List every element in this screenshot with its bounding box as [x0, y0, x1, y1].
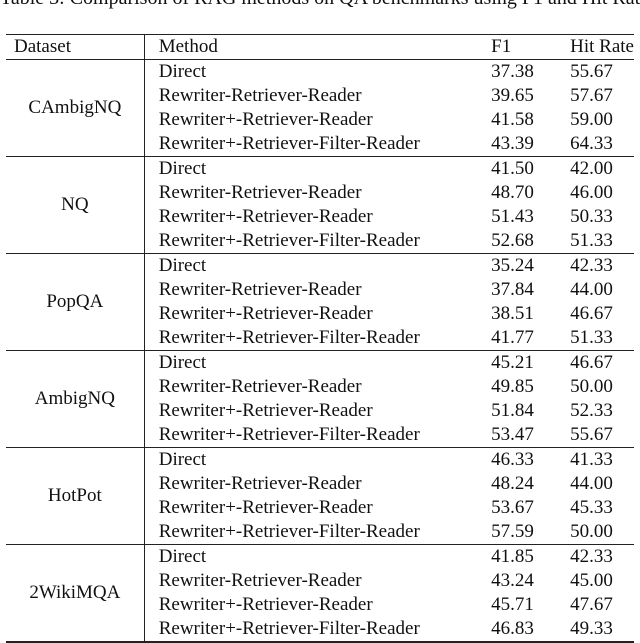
method-cell: Rewriter+-Retriever-Filter-Reader — [158, 618, 420, 639]
hit-rate-cell: 55.67 — [570, 424, 613, 445]
table-row: AmbigNQ Direct 45.21 46.67 — [6, 350, 634, 448]
table-caption: Table 3: Comparison of RAG methods on QA… — [0, 0, 640, 10]
table-row: PopQA Direct 35.24 42.33 — [6, 253, 634, 351]
hit-rate-cell: 44.00 — [570, 279, 613, 300]
header-hit-rate: Hit Rate — [570, 36, 634, 57]
f1-cell: 53.67 — [491, 497, 534, 518]
hit-rate-cell: 41.33 — [570, 449, 613, 470]
hit-rate-cell: 42.33 — [570, 546, 613, 567]
method-cell: Rewriter-Retriever-Reader — [158, 85, 362, 106]
dataset-name: NQ — [6, 156, 145, 254]
hit-rate-cell: 45.00 — [570, 570, 613, 591]
method-cell: Rewriter-Retriever-Reader — [158, 182, 362, 203]
hit-rate-cell: 44.00 — [570, 473, 613, 494]
f1-cell: 35.24 — [491, 255, 534, 276]
hit-rate-cell: 64.33 — [570, 133, 613, 154]
f1-cell: 43.24 — [491, 570, 534, 591]
hit-rate-cell: 59.00 — [570, 109, 613, 130]
dataset-name: AmbigNQ — [6, 350, 145, 448]
method-cell: Rewriter+-Retriever-Reader — [158, 594, 373, 615]
f1-cell: 53.47 — [491, 424, 534, 445]
hit-rate-cell: 50.00 — [570, 376, 613, 397]
f1-cell: 52.68 — [491, 230, 534, 251]
results-table: Dataset Method F1 Hit Rate CAmbigNQ Direc… — [6, 34, 634, 643]
table-row: HotPot Direct 46.33 41.33 — [6, 447, 634, 545]
f1-cell: 41.50 — [491, 158, 534, 179]
hit-rate-cell: 51.33 — [570, 327, 613, 348]
method-cell: Rewriter+-Retriever-Reader — [158, 206, 373, 227]
method-cell: Rewriter+-Retriever-Reader — [158, 303, 373, 324]
table-row: CAmbigNQ Direct 37.38 55.67 — [6, 59, 634, 157]
f1-cell: 48.24 — [491, 473, 534, 494]
hit-rate-cell: 46.67 — [570, 352, 613, 373]
dataset-group: HotPot Direct 46.33 41.33 Rewriter-Retriever… — [6, 447, 634, 545]
method-cell: Rewriter+-Retriever-Reader — [158, 497, 373, 518]
hit-rate-cell: 45.33 — [570, 497, 613, 518]
f1-cell: 43.39 — [491, 133, 534, 154]
method-cell: Rewriter+-Retriever-Reader — [158, 400, 373, 421]
f1-cell: 49.85 — [491, 376, 534, 397]
hit-rate-cell: 46.00 — [570, 182, 613, 203]
header-dataset: Dataset — [6, 34, 145, 60]
f1-cell: 37.84 — [491, 279, 534, 300]
method-cell: Rewriter-Retriever-Reader — [158, 570, 362, 591]
method-cell: Rewriter+-Retriever-Filter-Reader — [158, 327, 420, 348]
f1-cell: 41.77 — [491, 327, 534, 348]
table-row: 2WikiMQA Direct 41.85 42.33 — [6, 544, 634, 642]
hit-rate-cell: 51.33 — [570, 230, 613, 251]
hit-rate-cell: 50.00 — [570, 521, 613, 542]
hit-rate-cell: 49.33 — [570, 618, 613, 639]
method-cell: Rewriter+-Retriever-Reader — [158, 109, 373, 130]
f1-cell: 45.21 — [491, 352, 534, 373]
hit-rate-cell: 46.67 — [570, 303, 613, 324]
header-row: Dataset Method F1 Hit Rate — [6, 34, 634, 60]
dataset-group: AmbigNQ Direct 45.21 46.67 Rewriter-Retrieve… — [6, 350, 634, 448]
method-cell: Direct — [158, 449, 207, 470]
dataset-group: 2WikiMQA Direct 41.85 42.33 Rewriter-Retriev… — [6, 544, 634, 642]
method-cell: Direct — [158, 546, 207, 567]
dataset-group: CAmbigNQ Direct 37.38 55.67 Rewriter-Retriev… — [6, 59, 634, 157]
dataset-group: PopQA Direct 35.24 42.33 Rewriter-Retriever-… — [6, 253, 634, 351]
header-f1: F1 — [491, 36, 512, 57]
f1-cell: 41.85 — [491, 546, 534, 567]
dataset-name: PopQA — [6, 253, 145, 351]
f1-cell: 45.71 — [491, 594, 534, 615]
hit-rate-cell: 52.33 — [570, 400, 613, 421]
dataset-name: HotPot — [6, 447, 145, 545]
hit-rate-cell: 50.33 — [570, 206, 613, 227]
hit-rate-cell: 47.67 — [570, 594, 613, 615]
f1-cell: 41.58 — [491, 109, 534, 130]
dataset-name: CAmbigNQ — [6, 59, 145, 157]
method-cell: Direct — [158, 158, 207, 179]
method-cell: Rewriter+-Retriever-Filter-Reader — [158, 424, 420, 445]
method-cell: Rewriter+-Retriever-Filter-Reader — [158, 230, 420, 251]
table-header: Dataset Method F1 Hit Rate — [6, 34, 634, 60]
dataset-name: 2WikiMQA — [6, 544, 145, 642]
table-row: NQ Direct 41.50 42.00 — [6, 156, 634, 254]
dataset-group: NQ Direct 41.50 42.00 Rewriter-Retriever-Rea… — [6, 156, 634, 254]
method-cell: Direct — [158, 352, 207, 373]
method-cell: Rewriter-Retriever-Reader — [158, 376, 362, 397]
f1-cell: 48.70 — [491, 182, 534, 203]
f1-cell: 57.59 — [491, 521, 534, 542]
method-cell: Direct — [158, 61, 207, 82]
method-cell: Rewriter+-Retriever-Filter-Reader — [158, 133, 420, 154]
f1-cell: 51.84 — [491, 400, 534, 421]
f1-cell: 46.83 — [491, 618, 534, 639]
f1-cell: 51.43 — [491, 206, 534, 227]
method-cell: Rewriter+-Retriever-Filter-Reader — [158, 521, 420, 542]
hit-rate-cell: 42.33 — [570, 255, 613, 276]
method-cell: Direct — [158, 255, 207, 276]
f1-cell: 38.51 — [491, 303, 534, 324]
header-method: Method — [158, 36, 218, 57]
hit-rate-cell: 42.00 — [570, 158, 613, 179]
hit-rate-cell: 57.67 — [570, 85, 613, 106]
method-cell: Rewriter-Retriever-Reader — [158, 279, 362, 300]
f1-cell: 39.65 — [491, 85, 534, 106]
f1-cell: 46.33 — [491, 449, 534, 470]
method-cell: Rewriter-Retriever-Reader — [158, 473, 362, 494]
f1-cell: 37.38 — [491, 61, 534, 82]
hit-rate-cell: 55.67 — [570, 61, 613, 82]
